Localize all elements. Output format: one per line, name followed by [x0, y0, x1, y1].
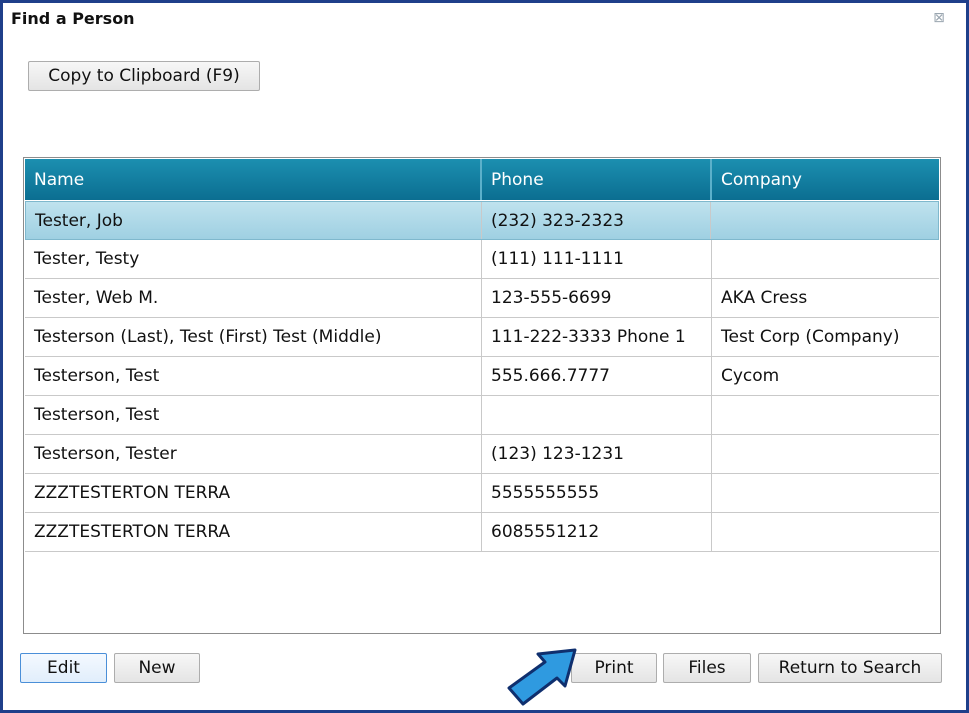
table-row[interactable]: Testerson, Test — [25, 396, 939, 435]
pointer-arrow-icon — [507, 648, 577, 706]
dialog-title: Find a Person — [11, 9, 135, 28]
cell-phone — [482, 396, 712, 434]
copy-to-clipboard-button[interactable]: Copy to Clipboard (F9) — [28, 61, 260, 91]
cell-name: Tester, Web M. — [25, 279, 482, 317]
close-icon[interactable]: ⊠ — [931, 10, 947, 26]
cell-name: Testerson (Last), Test (First) Test (Mid… — [25, 318, 482, 356]
cell-company — [712, 396, 939, 434]
cell-phone: 111-222-3333 Phone 1 — [482, 318, 712, 356]
cell-phone: 6085551212 — [482, 513, 712, 551]
cell-name: Testerson, Test — [25, 357, 482, 395]
cell-name: ZZZTESTERTON TERRA — [25, 513, 482, 551]
table-row[interactable]: Tester, Job (232) 323-2323 — [25, 201, 939, 240]
table-row[interactable]: Tester, Testy (111) 111-1111 — [25, 240, 939, 279]
column-header-name[interactable]: Name — [25, 159, 482, 200]
cell-name: Testerson, Test — [25, 396, 482, 434]
table-row[interactable]: Testerson, Test 555.666.7777 Cycom — [25, 357, 939, 396]
cell-company — [711, 202, 938, 239]
return-to-search-button[interactable]: Return to Search — [758, 653, 942, 683]
table-row[interactable]: Testerson (Last), Test (First) Test (Mid… — [25, 318, 939, 357]
edit-button[interactable]: Edit — [20, 653, 107, 683]
column-header-phone[interactable]: Phone — [482, 159, 712, 200]
table-row[interactable]: Testerson, Tester (123) 123-1231 — [25, 435, 939, 474]
grid-rows: Tester, Job (232) 323-2323 Tester, Testy (1… — [25, 201, 939, 552]
table-row[interactable]: ZZZTESTERTON TERRA 5555555555 — [25, 474, 939, 513]
cell-company — [712, 435, 939, 473]
cell-phone: 123-555-6699 — [482, 279, 712, 317]
cell-company — [712, 513, 939, 551]
cell-phone: 555.666.7777 — [482, 357, 712, 395]
cell-name: Testerson, Tester — [25, 435, 482, 473]
cell-name: Tester, Testy — [25, 240, 482, 278]
title-bar: Find a Person ⊠ — [3, 3, 966, 37]
cell-company: Cycom — [721, 366, 780, 386]
files-button[interactable]: Files — [663, 653, 751, 683]
cell-phone: (123) 123-1231 — [482, 435, 712, 473]
find-person-dialog: Find a Person ⊠ Copy to Clipboard (F9) N… — [0, 0, 969, 713]
cell-name: Tester, Job — [26, 202, 482, 239]
table-row[interactable]: ZZZTESTERTON TERRA 6085551212 — [25, 513, 939, 552]
cell-company: AKA Cress — [721, 288, 808, 308]
column-header-company[interactable]: Company — [712, 159, 939, 200]
cell-company — [712, 474, 939, 512]
cell-phone: (111) 111-1111 — [482, 240, 712, 278]
table-row[interactable]: Tester, Web M. 123-555-6699 AKA Cress — [25, 279, 939, 318]
cell-phone: (232) 323-2323 — [482, 202, 712, 239]
new-button[interactable]: New — [114, 653, 200, 683]
cell-phone: 5555555555 — [482, 474, 712, 512]
results-grid: Name Phone Company Tester, Job (232) 323-… — [23, 157, 941, 634]
cell-company — [712, 240, 939, 278]
grid-header: Name Phone Company — [25, 159, 939, 200]
cell-name: ZZZTESTERTON TERRA — [25, 474, 482, 512]
cell-company: Test Corp (Company) — [721, 327, 900, 347]
